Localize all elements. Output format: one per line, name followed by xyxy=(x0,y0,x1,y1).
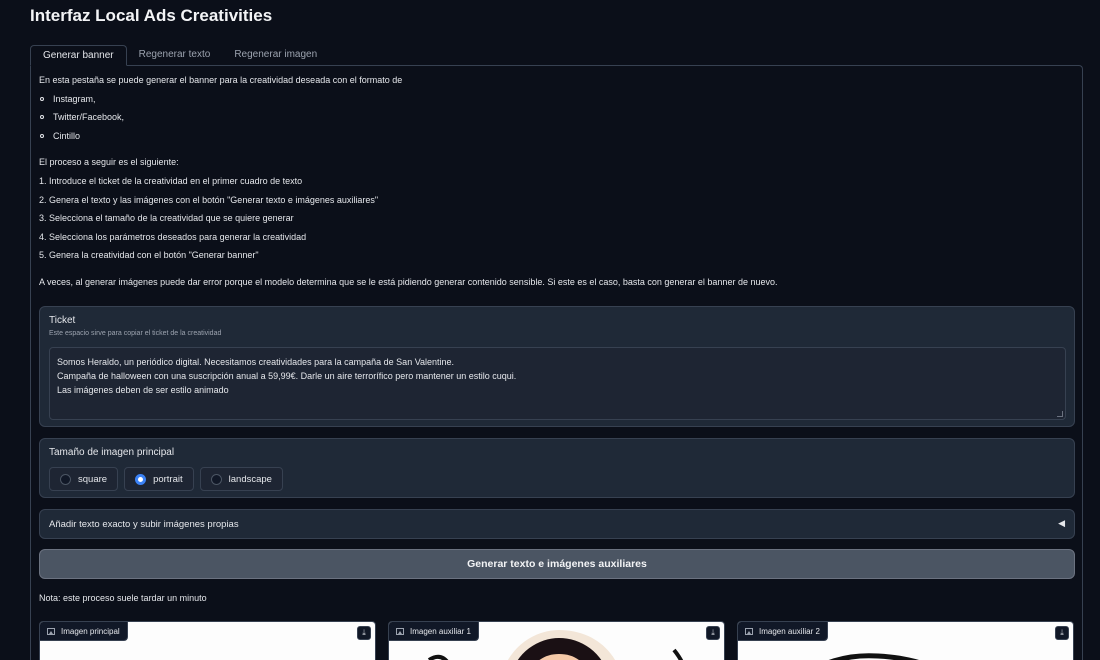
warning-text: A veces, al generar imágenes puede dar e… xyxy=(39,277,778,287)
step-item: 3. Selecciona el tamaño de la creativida… xyxy=(39,213,294,223)
radio-label: portrait xyxy=(153,473,183,485)
image-label: Imagen auxiliar 1 xyxy=(410,626,471,636)
download-icon[interactable]: ⤓ xyxy=(1055,626,1069,640)
download-icon[interactable]: ⤓ xyxy=(357,626,371,640)
download-icon[interactable]: ⤓ xyxy=(706,626,720,640)
image-size-block: Tamaño de imagen principal square portra… xyxy=(39,438,1075,498)
image-principal: Imagen principal ⤓ xyxy=(39,621,376,660)
image-icon xyxy=(47,627,55,635)
tab-regenerar-imagen[interactable]: Regenerar imagen xyxy=(222,45,329,66)
format-label: Instagram, xyxy=(53,94,96,104)
tab-regenerar-texto[interactable]: Regenerar texto xyxy=(127,45,223,66)
process-title: El proceso a seguir es el siguiente: xyxy=(39,157,179,167)
image-auxiliar-1: Imagen auxiliar 1 ⤓ xyxy=(388,621,725,660)
image-size-radio-group: square portrait landscape xyxy=(49,467,283,491)
format-label: Cintillo xyxy=(53,131,81,141)
image-icon xyxy=(745,627,753,635)
radio-label: square xyxy=(78,473,108,485)
radio-label: landscape xyxy=(228,473,272,485)
ticket-label: Ticket xyxy=(49,315,76,326)
image-label: Imagen principal xyxy=(61,626,120,636)
tab-generar-banner[interactable]: Generar banner xyxy=(30,45,127,66)
note-text: Nota: este proceso suele tardar un minut… xyxy=(39,593,207,603)
image-label-tag: Imagen principal xyxy=(40,622,128,641)
image-auxiliar-2: Imagen auxiliar 2 ⤓ xyxy=(737,621,1074,660)
image-icon xyxy=(396,627,404,635)
bullet-icon xyxy=(40,115,44,119)
radio-portrait[interactable]: portrait xyxy=(124,467,194,491)
resize-handle[interactable] xyxy=(1057,411,1063,417)
accordion-label: Añadir texto exacto y subir imágenes pro… xyxy=(49,519,239,530)
generate-text-images-button[interactable]: Generar texto e imágenes auxiliares xyxy=(39,549,1075,579)
collapse-arrow-icon[interactable]: ◀ xyxy=(1058,518,1065,529)
radio-circle-icon xyxy=(210,473,222,485)
radio-square[interactable]: square xyxy=(49,467,119,491)
bullet-icon xyxy=(40,134,44,138)
ticket-block: Ticket Este espacio sirve para copiar el… xyxy=(39,306,1075,427)
step-item: 2. Genera el texto y las imágenes con el… xyxy=(39,195,379,205)
ticket-textarea[interactable]: Somos Heraldo, un periódico digital. Nec… xyxy=(49,347,1066,420)
image-label-tag: Imagen auxiliar 1 xyxy=(389,622,479,641)
ticket-line: Campaña de halloween con una suscripción… xyxy=(57,371,517,381)
image-size-label: Tamaño de imagen principal xyxy=(49,447,175,458)
format-label: Twitter/Facebook, xyxy=(53,112,125,122)
step-item: 4. Selecciona los parámetros deseados pa… xyxy=(39,232,307,242)
ticket-info: Este espacio sirve para copiar el ticket… xyxy=(49,330,222,337)
image-label: Imagen auxiliar 2 xyxy=(759,626,820,636)
image-label-tag: Imagen auxiliar 2 xyxy=(738,622,828,641)
bullet-icon xyxy=(40,97,44,101)
step-item: 1. Introduce el ticket de la creatividad… xyxy=(39,176,303,186)
ticket-line: Somos Heraldo, un periódico digital. Nec… xyxy=(57,357,455,367)
accordion-custom-content[interactable]: Añadir texto exacto y subir imágenes pro… xyxy=(39,509,1075,539)
step-item: 5. Genera la creatividad con el botón "G… xyxy=(39,250,259,260)
ticket-line: Las imágenes deben de ser estilo animado xyxy=(57,385,229,395)
radio-checked-icon xyxy=(135,473,147,485)
intro-line: En esta pestaña se puede generar el bann… xyxy=(39,75,403,85)
radio-circle-icon xyxy=(60,473,71,485)
radio-landscape[interactable]: landscape xyxy=(199,467,283,491)
tab-bar: Generar banner Regenerar texto Regenerar… xyxy=(30,45,329,66)
tab-panel: En esta pestaña se puede generar el bann… xyxy=(30,65,1083,660)
app-title: Interfaz Local Ads Creativities xyxy=(30,6,273,25)
